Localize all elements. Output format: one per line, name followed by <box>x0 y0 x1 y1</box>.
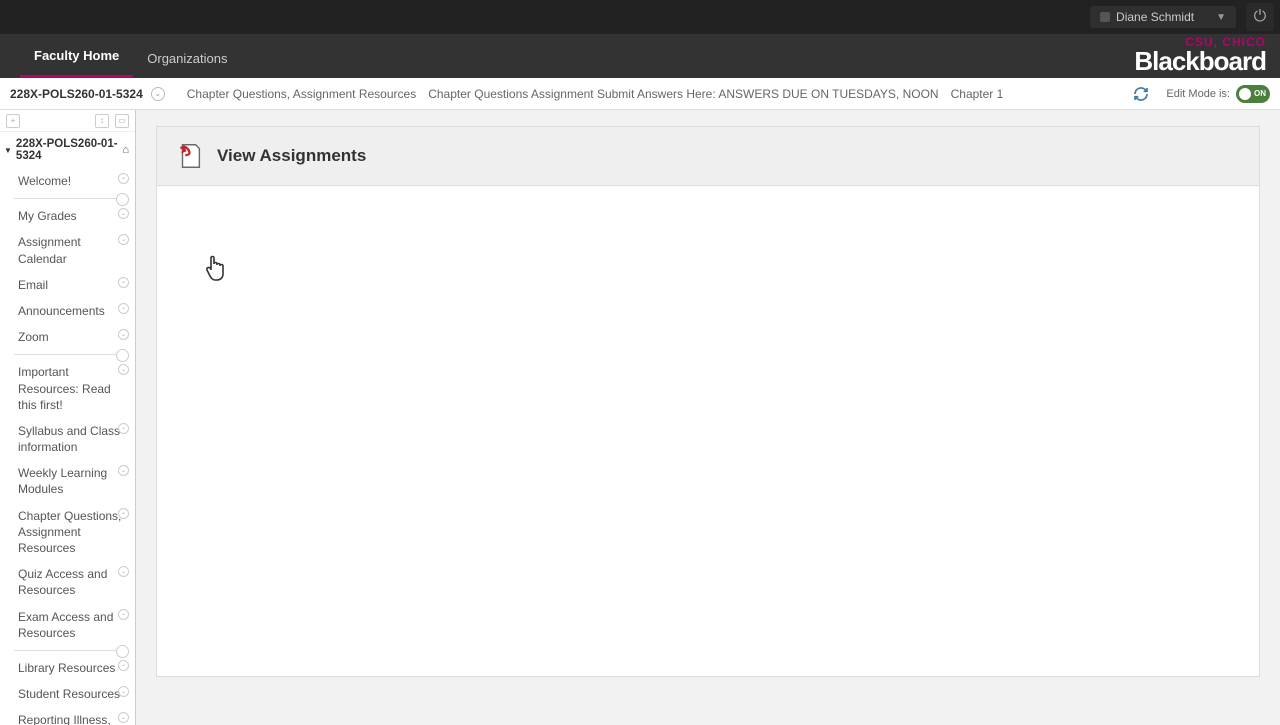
sidebar-item-zoom[interactable]: Zoom ⌄ <box>0 324 135 350</box>
panel-body <box>157 186 1259 676</box>
sidebar-item-syllabus[interactable]: Syllabus and Class information⌄ <box>0 418 135 460</box>
sidebar-item-label: Syllabus and Class information <box>18 424 120 454</box>
item-menu-icon[interactable]: ⌄ <box>118 329 129 340</box>
sidebar-item-library-resources[interactable]: Library Resources⌄ <box>0 655 135 681</box>
sidebar-divider <box>14 650 127 651</box>
main-layout: + ↕ ▭ ▼ 228X-POLS260-01-5324 ⌂ Welcome! … <box>0 110 1280 725</box>
item-menu-icon[interactable]: ⌄ <box>118 686 129 697</box>
tab-faculty-home[interactable]: Faculty Home <box>20 38 133 78</box>
collapse-icon: ▼ <box>4 146 12 155</box>
user-name: Diane Schmidt <box>1116 10 1194 24</box>
sidebar-item-important-resources[interactable]: Important Resources: Read this first! ⌄ <box>0 359 135 418</box>
breadcrumb-course[interactable]: 228X-POLS260-01-5324 <box>10 87 143 101</box>
breadcrumb-toggle-icon[interactable]: ⌄ <box>151 87 165 101</box>
sidebar-item-label: Student Resources <box>18 687 120 701</box>
assignment-icon <box>175 141 205 171</box>
sidebar-divider <box>14 198 127 199</box>
refresh-icon[interactable] <box>1132 85 1150 103</box>
power-icon: ⏻ <box>1254 8 1267 26</box>
topbar: Diane Schmidt ▼ ⏻ <box>0 0 1280 34</box>
sidebar-item-my-grades[interactable]: My Grades ⌄ <box>0 203 135 229</box>
item-menu-icon[interactable]: ⌄ <box>118 508 129 519</box>
sidebar-item-label: Weekly Learning Modules <box>18 466 107 496</box>
brand-main: Blackboard <box>1134 48 1266 74</box>
sidebar-item-label: Chapter Questions, Assignment Resources <box>18 509 121 555</box>
sidebar-item-label: Assignment Calendar <box>18 235 81 265</box>
item-menu-icon[interactable]: ⌄ <box>118 712 129 723</box>
sidebar-item-label: Email <box>18 278 48 292</box>
item-menu-icon[interactable]: ⌄ <box>118 465 129 476</box>
sidebar-item-label: Announcements <box>18 304 105 318</box>
add-menu-item-icon[interactable]: + <box>6 114 20 128</box>
sidebar-course-label: 228X-POLS260-01-5324 <box>16 138 129 162</box>
sidebar-item-welcome[interactable]: Welcome! ⌄ <box>0 168 135 194</box>
breadcrumb-bar: 228X-POLS260-01-5324 ⌄ Chapter Questions… <box>0 78 1280 110</box>
sidebar-item-label: Zoom <box>18 330 49 344</box>
item-menu-icon[interactable]: ⌄ <box>118 364 129 375</box>
sidebar-item-weekly-modules[interactable]: Weekly Learning Modules ⌄ <box>0 460 135 502</box>
editmode-toggle-value: ON <box>1254 89 1266 98</box>
sidebar-item-email[interactable]: Email ⌄ <box>0 272 135 298</box>
home-icon[interactable]: ⌂ <box>122 144 129 156</box>
brand-logo: CSU, CHICO Blackboard <box>1134 36 1266 74</box>
sidebar-item-label: Library Resources <box>18 661 115 675</box>
editmode-label: Edit Mode is: <box>1166 88 1230 100</box>
tabbar: Faculty Home Organizations CSU, CHICO Bl… <box>0 34 1280 78</box>
reorder-icon[interactable]: ↕ <box>95 114 109 128</box>
content-area: View Assignments <box>136 110 1280 725</box>
tab-label: Faculty Home <box>34 48 119 63</box>
chevron-down-icon: ▼ <box>1216 12 1226 23</box>
sidebar-item-chapter-questions[interactable]: Chapter Questions, Assignment Resources⌄ <box>0 503 135 562</box>
editmode-toggle[interactable]: ON <box>1236 85 1270 103</box>
item-menu-icon[interactable]: ⌄ <box>118 208 129 219</box>
avatar-icon <box>1100 12 1110 22</box>
item-menu-icon[interactable]: ⌄ <box>118 609 129 620</box>
breadcrumb-item[interactable]: Chapter Questions, Assignment Resources <box>187 87 416 101</box>
sidebar-item-label: Welcome! <box>18 174 71 188</box>
sidebar-item-label: Reporting Illness, resources <box>18 713 111 725</box>
item-menu-icon[interactable]: ⌄ <box>118 234 129 245</box>
sidebar-item-exam-access[interactable]: Exam Access and Resources ⌄ <box>0 604 135 646</box>
sidebar-item-quiz-access[interactable]: Quiz Access and Resources ⌄ <box>0 561 135 603</box>
sidebar-toolbar: + ↕ ▭ <box>0 110 135 132</box>
sidebar-divider <box>14 354 127 355</box>
sidebar-item-reporting-illness[interactable]: Reporting Illness, resources ⌄ <box>0 707 135 725</box>
breadcrumb-item[interactable]: Chapter Questions Assignment Submit Answ… <box>428 87 938 101</box>
sidebar: + ↕ ▭ ▼ 228X-POLS260-01-5324 ⌂ Welcome! … <box>0 110 136 725</box>
item-menu-icon[interactable]: ⌄ <box>118 423 129 434</box>
item-menu-icon[interactable]: ⌄ <box>118 660 129 671</box>
item-menu-icon[interactable]: ⌄ <box>118 173 129 184</box>
sidebar-item-student-resources[interactable]: Student Resources⌄ <box>0 681 135 707</box>
sidebar-item-announcements[interactable]: Announcements ⌄ <box>0 298 135 324</box>
sidebar-item-assignment-calendar[interactable]: Assignment Calendar ⌄ <box>0 229 135 271</box>
item-menu-icon[interactable]: ⌄ <box>118 303 129 314</box>
sidebar-item-label: Quiz Access and Resources <box>18 567 107 597</box>
item-menu-icon[interactable]: ⌄ <box>118 566 129 577</box>
item-menu-icon[interactable]: ⌄ <box>118 277 129 288</box>
panel-header: View Assignments <box>157 127 1259 186</box>
sidebar-item-label: Important Resources: Read this first! <box>18 365 111 411</box>
tab-organizations[interactable]: Organizations <box>133 41 241 78</box>
sidebar-course-header[interactable]: ▼ 228X-POLS260-01-5324 ⌂ <box>0 132 135 168</box>
tab-label: Organizations <box>147 51 227 66</box>
panel-title: View Assignments <box>217 146 366 166</box>
sidebar-item-label: Exam Access and Resources <box>18 610 113 640</box>
breadcrumb-item[interactable]: Chapter 1 <box>951 87 1004 101</box>
pointer-cursor-icon <box>205 252 231 289</box>
new-window-icon[interactable]: ▭ <box>115 114 129 128</box>
sidebar-item-label: My Grades <box>18 209 77 223</box>
logout-button[interactable]: ⏻ <box>1246 3 1274 31</box>
assignments-panel: View Assignments <box>156 126 1260 677</box>
user-menu[interactable]: Diane Schmidt ▼ <box>1090 6 1236 28</box>
